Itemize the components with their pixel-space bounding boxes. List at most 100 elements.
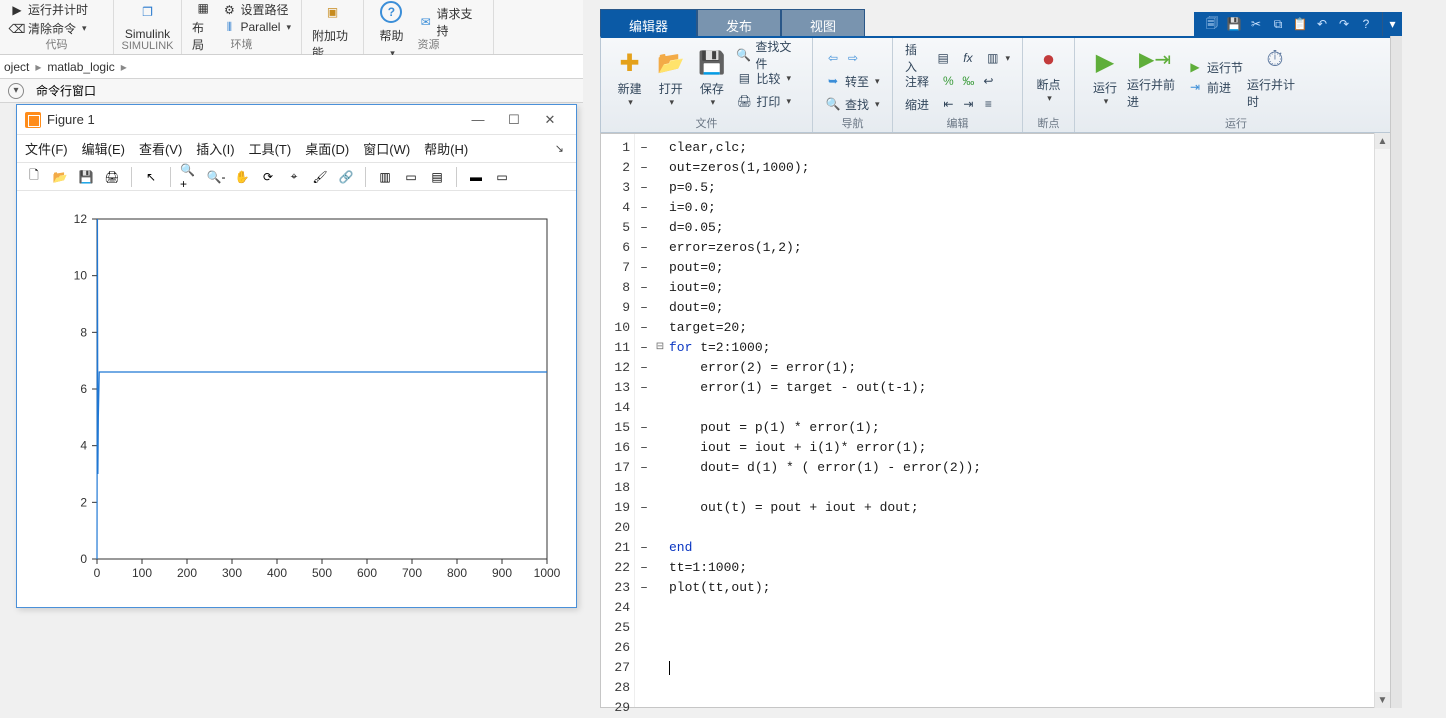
figure-axes[interactable]: 0100200300400500600700800900100002468101… [17, 191, 576, 607]
menu-desktop[interactable]: 桌面(D) [305, 139, 349, 158]
paste-icon[interactable]: 📋 [1292, 16, 1308, 32]
pointer-button[interactable]: ↖ [140, 166, 162, 188]
code-lines[interactable]: clear,clc;out=zeros(1,1000);p=0.5;i=0.0;… [667, 134, 1375, 707]
toolbar-collapse-icon[interactable]: ↘ [551, 142, 568, 155]
panel-options-dropdown[interactable]: ▾ [1382, 12, 1402, 36]
run-button[interactable]: ▶运行▾ [1083, 45, 1127, 109]
run-section-button[interactable]: ▶运行节 [1187, 57, 1243, 77]
goto-button[interactable]: ➥转至▾ [825, 71, 880, 91]
run-advance-button[interactable]: ▶⇥运行并前进 [1127, 42, 1183, 112]
print-button[interactable]: 🖨打印▾ [736, 91, 800, 111]
pan-button[interactable]: ✋ [231, 166, 253, 188]
print-button[interactable]: 🖨 [101, 166, 123, 188]
parallel-icon: ⦀ [222, 20, 236, 34]
breakpoint-gutter[interactable]: –––––––––––––––––––– [635, 134, 653, 707]
open-file-button[interactable]: 📂 [49, 166, 71, 188]
doc-find-icon[interactable]: 🗐 [1204, 16, 1220, 32]
fold-gutter[interactable]: ⊟ [653, 134, 667, 707]
find-button[interactable]: 🔍查找▾ [825, 94, 880, 114]
insert-legend-button[interactable]: ▭ [400, 166, 422, 188]
data-cursor-icon: ⌖ [291, 169, 298, 184]
run-and-time-button2[interactable]: ⏱运行并计时 [1247, 42, 1303, 112]
svg-text:10: 10 [73, 269, 87, 283]
menu-file[interactable]: 文件(F) [25, 139, 68, 158]
cut-icon[interactable]: ✂ [1248, 16, 1264, 32]
menu-view[interactable]: 查看(V) [139, 139, 182, 158]
new-button[interactable]: ✚新建▾ [609, 46, 650, 110]
new-file-button[interactable]: 🗋 [23, 166, 45, 188]
data-cursor-button[interactable]: ⌖ [283, 166, 305, 188]
group-label: 运行 [1075, 115, 1397, 131]
group-label: 文件 [601, 115, 812, 131]
svg-text:400: 400 [266, 566, 286, 580]
comment-button[interactable]: 注释 %‰↩ [905, 71, 1010, 91]
compare-button[interactable]: ▤比较▾ [736, 68, 800, 88]
menu-help[interactable]: 帮助(H) [424, 139, 468, 158]
code-editor[interactable]: 1234567891011121314151617181920212223242… [600, 133, 1376, 708]
menu-window[interactable]: 窗口(W) [363, 139, 410, 158]
breadcrumb[interactable]: oject ▸ matlab_logic ▸ [0, 55, 583, 79]
group-label: 断点 [1023, 115, 1074, 131]
undo-icon[interactable]: ↶ [1314, 16, 1330, 32]
svg-text:200: 200 [176, 566, 196, 580]
close-button[interactable]: ✕ [532, 109, 568, 131]
brush-button[interactable]: 🖌 [309, 166, 331, 188]
zoom-in-button[interactable]: 🔍+ [179, 166, 201, 188]
group-label: 代码 [0, 36, 113, 52]
scroll-down-icon[interactable]: ▼ [1375, 692, 1390, 708]
set-path-button[interactable]: ⚙设置路径 [220, 0, 293, 19]
menu-insert[interactable]: 插入(I) [196, 139, 234, 158]
insert-button[interactable]: 插入 ▤ fx ▥▾ [905, 48, 1010, 68]
maximize-button[interactable]: ☐ [496, 109, 532, 131]
editor-ribbon: ✚新建▾ 📂打开▾ 💾保存▾ 🔍查找文件 ▤比较▾ 🖨打印▾ 文件 ⇦⇨ ➥转至… [600, 36, 1398, 133]
breadcrumb-item[interactable]: matlab_logic [47, 60, 114, 74]
menu-edit[interactable]: 编辑(E) [82, 139, 125, 158]
editor-scrollbar[interactable]: ▲ ▼ [1374, 133, 1390, 708]
run-and-time-button[interactable]: ▶运行并计时 [8, 0, 105, 19]
minimize-button[interactable]: — [460, 109, 496, 131]
svg-text:900: 900 [491, 566, 511, 580]
chart-svg: 0100200300400500600700800900100002468101… [27, 199, 567, 599]
figure-titlebar[interactable]: Figure 1 — ☐ ✕ [17, 105, 576, 135]
zoom-out-button[interactable]: 🔍- [205, 166, 227, 188]
prev-next-buttons[interactable]: ⇦⇨ [825, 48, 880, 68]
save-icon[interactable]: 💾 [1226, 16, 1242, 32]
open-button[interactable]: 📂打开▾ [650, 46, 691, 110]
rotate3d-button[interactable]: ⟳ [257, 166, 279, 188]
svg-text:500: 500 [311, 566, 331, 580]
advance-icon: ⇥ [1187, 79, 1203, 95]
show-plot-button[interactable]: ▭ [491, 166, 513, 188]
indent-button[interactable]: 缩进 ⇤⇥≡ [905, 94, 1010, 114]
find-files-button[interactable]: 🔍查找文件 [736, 45, 800, 65]
print-icon: 🖨 [104, 170, 119, 184]
svg-text:8: 8 [80, 325, 87, 339]
zoom-in-icon: 🔍+ [180, 163, 200, 191]
breakpoints-button[interactable]: ●断点▾ [1027, 42, 1071, 106]
expand-circle-icon[interactable]: ▾ [8, 83, 24, 99]
redo-icon[interactable]: ↷ [1336, 16, 1352, 32]
scroll-up-icon[interactable]: ▲ [1375, 133, 1390, 149]
find-files-icon: 🔍 [736, 47, 751, 63]
menu-tools[interactable]: 工具(T) [249, 139, 292, 158]
uncomment-icon: ‰ [960, 73, 976, 89]
hide-plot-button[interactable]: ▬ [465, 166, 487, 188]
link-button[interactable]: 🔗 [335, 166, 357, 188]
colorbar-button[interactable]: ▥ [374, 166, 396, 188]
settings-icon: ⚙ [222, 3, 236, 17]
advance-button[interactable]: ⇥前进 [1187, 77, 1231, 97]
panel-divider[interactable] [1390, 36, 1402, 708]
simulink-button[interactable]: ❐ Simulink [123, 0, 172, 42]
save-file-button[interactable]: 💾 [75, 166, 97, 188]
parallel-button[interactable]: ⦀Parallel▾ [220, 19, 293, 35]
help-icon[interactable]: ? [1358, 16, 1374, 32]
chevron-right-icon: ▸ [121, 60, 127, 74]
figure-menubar: 文件(F) 编辑(E) 查看(V) 插入(I) 工具(T) 桌面(D) 窗口(W… [17, 135, 576, 163]
copy-icon[interactable]: ⧉ [1270, 16, 1286, 32]
insert-text-button[interactable]: ▤ [426, 166, 448, 188]
save-button[interactable]: 💾保存▾ [691, 46, 732, 110]
breadcrumb-item[interactable]: oject [4, 60, 29, 74]
request-support-button[interactable]: ✉请求支持 [417, 4, 485, 40]
svg-text:12: 12 [73, 212, 87, 226]
toolbar-divider [131, 167, 132, 187]
simulink-icon: ❐ [136, 1, 158, 23]
